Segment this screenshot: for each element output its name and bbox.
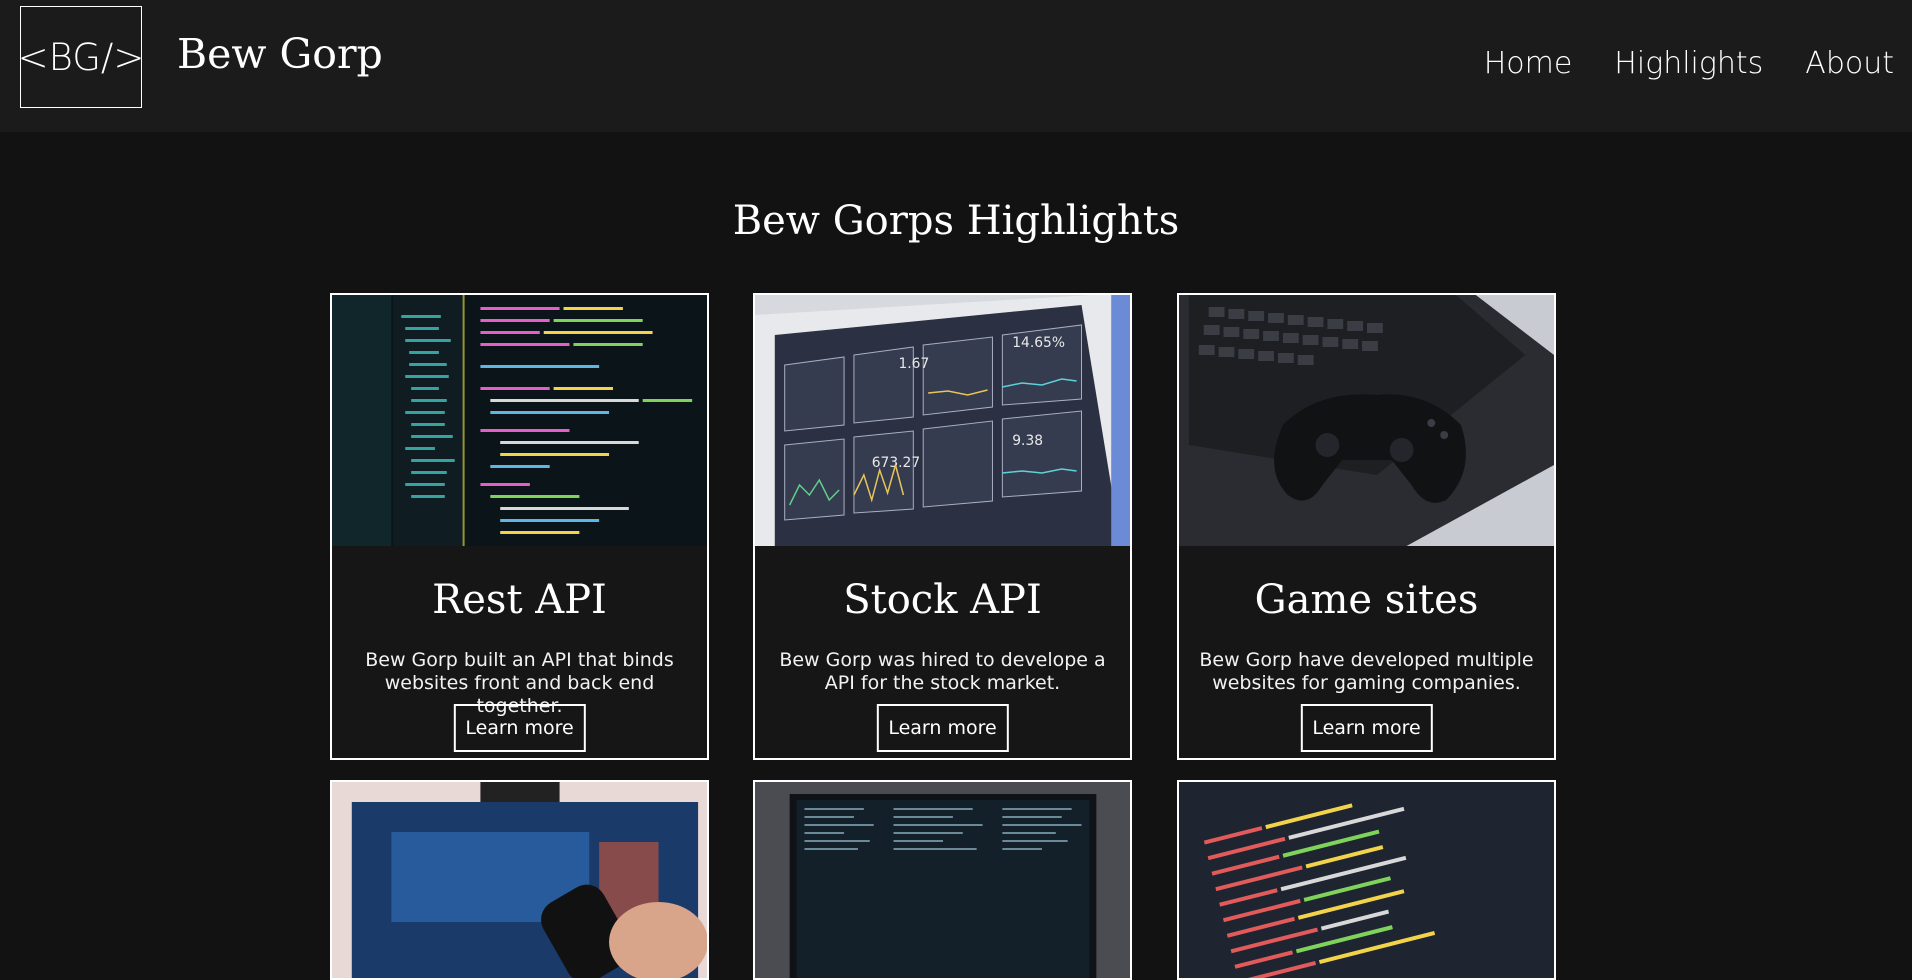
main-nav: Home Highlights About <box>1484 46 1894 81</box>
learn-more-button-game-sites[interactable]: Learn more <box>1300 704 1433 752</box>
page-title: Bew Gorps Highlights <box>732 198 1180 244</box>
highlight-card-php-code <box>1177 780 1556 980</box>
card-image-tv-remote <box>332 782 707 978</box>
nav-link-home[interactable]: Home <box>1484 46 1573 81</box>
card-image-game-controller <box>1179 295 1554 546</box>
highlight-card-game-sites: Game sites Bew Gorp have developed multi… <box>1177 293 1556 760</box>
highlight-card-stock-api: 1.67 14.65% 673.27 9.38 Stock API Bew Go… <box>753 293 1132 760</box>
svg-text:14.65%: 14.65% <box>1012 335 1065 351</box>
brand-name[interactable]: Bew Gorp <box>177 30 383 78</box>
card-title: Rest API <box>432 577 607 623</box>
navbar: <BG/> Bew Gorp Home Highlights About <box>0 0 1912 132</box>
card-image-monitor <box>755 782 1130 978</box>
learn-more-button-stock-api[interactable]: Learn more <box>876 704 1009 752</box>
card-image-code-editor <box>332 295 707 546</box>
nav-link-about[interactable]: About <box>1805 46 1894 81</box>
highlight-card-streaming <box>330 780 709 980</box>
nav-link-highlights[interactable]: Highlights <box>1614 46 1763 81</box>
highlight-card-rest-api: Rest API Bew Gorp built an API that bind… <box>330 293 709 760</box>
highlight-card-monitor-code <box>753 780 1132 980</box>
svg-text:1.67: 1.67 <box>898 356 929 372</box>
card-image-stock-dashboard: 1.67 14.65% 673.27 9.38 <box>755 295 1130 546</box>
svg-text:9.38: 9.38 <box>1012 433 1043 449</box>
logo[interactable]: <BG/> <box>18 6 144 108</box>
card-title: Stock API <box>843 577 1042 623</box>
card-description: Bew Gorp have developed multiple website… <box>1199 649 1534 694</box>
card-description: Bew Gorp was hired to develope a API for… <box>779 649 1106 694</box>
learn-more-button-rest-api[interactable]: Learn more <box>453 704 586 752</box>
card-image-php-code <box>1179 782 1554 978</box>
card-title: Game sites <box>1254 577 1479 623</box>
